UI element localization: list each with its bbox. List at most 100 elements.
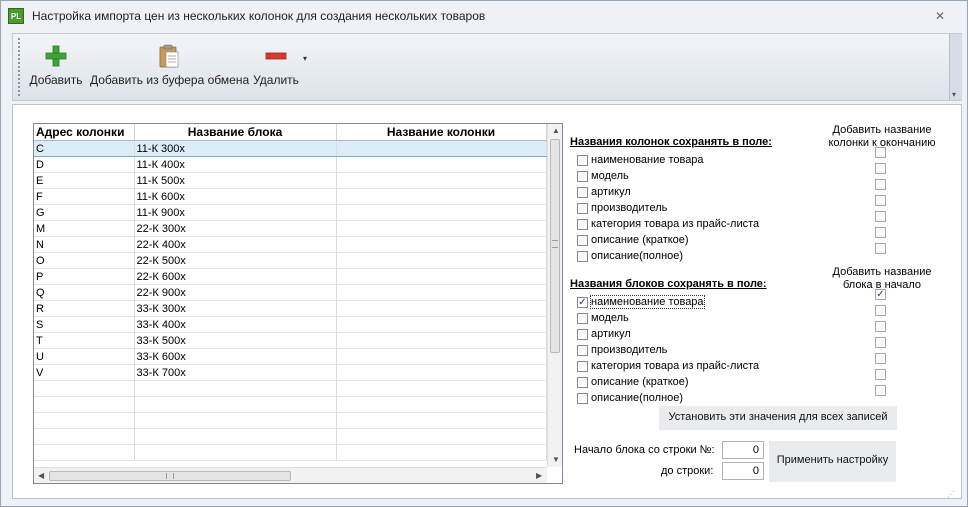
column-name-checkbox[interactable] — [577, 187, 588, 198]
column-name-option-label[interactable]: категория товара из прайс-листа — [591, 218, 759, 230]
cell-block-name[interactable]: 33-К 700х — [134, 364, 337, 381]
cell-block-name[interactable]: 11-К 900х — [134, 204, 337, 221]
block-name-option-label[interactable]: описание (краткое) — [591, 376, 689, 388]
delete-button[interactable]: Удалить — [252, 36, 300, 96]
cell-address[interactable]: U — [34, 348, 135, 365]
vertical-scroll-thumb[interactable] — [550, 139, 560, 353]
cell-address[interactable]: C — [34, 140, 135, 157]
column-name-append-checkbox[interactable] — [875, 147, 886, 158]
block-name-prepend-checkbox[interactable] — [875, 321, 886, 332]
column-name-append-checkbox[interactable] — [875, 195, 886, 206]
block-start-input[interactable]: 0 — [722, 441, 764, 459]
columns-grid[interactable]: Адрес колонки Название блока Название ко… — [33, 123, 563, 484]
toolbar-overflow[interactable]: ▾ — [949, 34, 962, 100]
cell-column-name[interactable] — [336, 364, 547, 381]
column-name-option-label[interactable]: описание (краткое) — [591, 234, 689, 246]
table-row[interactable]: V 33-К 700х — [34, 364, 547, 381]
column-name-append-checkbox[interactable] — [875, 179, 886, 190]
block-name-prepend-checkbox[interactable] — [875, 337, 886, 348]
grid-vertical-scrollbar[interactable]: ▲ ▼ — [547, 124, 562, 467]
cell-column-name[interactable] — [336, 348, 547, 365]
cell-address[interactable]: N — [34, 236, 135, 253]
add-button[interactable]: Добавить — [29, 36, 83, 96]
block-name-option-label[interactable]: артикул — [591, 328, 631, 340]
cell-block-name[interactable]: 11-К 400х — [134, 156, 337, 173]
cell-column-name[interactable] — [336, 284, 547, 301]
cell-address[interactable]: R — [34, 300, 135, 317]
cell-block-name[interactable] — [134, 396, 337, 413]
table-row[interactable]: U 33-К 600х — [34, 348, 547, 365]
table-row[interactable]: S 33-К 400х — [34, 316, 547, 333]
cell-block-name[interactable]: 11-К 600х — [134, 188, 337, 205]
block-name-option-label[interactable]: модель — [591, 312, 629, 324]
column-name-option-label[interactable]: модель — [591, 170, 629, 182]
cell-column-name[interactable] — [336, 380, 547, 397]
apply-all-button[interactable]: Установить эти значения для всех записей — [659, 406, 897, 430]
grid-horizontal-scrollbar[interactable]: ◀ ▶ — [34, 467, 547, 483]
column-name-option-label[interactable]: артикул — [591, 186, 631, 198]
resize-grip-icon[interactable]: ⋰ — [947, 490, 959, 500]
block-name-checkbox[interactable] — [577, 361, 588, 372]
table-row[interactable] — [34, 412, 547, 429]
table-row[interactable]: T 33-К 500х — [34, 332, 547, 349]
column-name-append-checkbox[interactable] — [875, 163, 886, 174]
column-name-checkbox[interactable] — [577, 219, 588, 230]
cell-column-name[interactable] — [336, 220, 547, 237]
column-header-column-name[interactable]: Название колонки — [336, 124, 547, 141]
block-name-prepend-checkbox[interactable]: ✓ — [875, 289, 886, 300]
block-name-option-label[interactable]: производитель — [591, 344, 667, 356]
table-row[interactable]: O 22-К 500х — [34, 252, 547, 269]
cell-address[interactable]: S — [34, 316, 135, 333]
cell-column-name[interactable] — [336, 444, 547, 461]
table-row[interactable] — [34, 444, 547, 461]
cell-block-name[interactable]: 22-К 300х — [134, 220, 337, 237]
cell-address[interactable] — [34, 380, 135, 397]
table-row[interactable]: P 22-К 600х — [34, 268, 547, 285]
cell-address[interactable] — [34, 412, 135, 429]
block-name-option-label[interactable]: описание(полное) — [591, 392, 683, 404]
table-row[interactable] — [34, 396, 547, 413]
cell-column-name[interactable] — [336, 332, 547, 349]
cell-address[interactable]: D — [34, 156, 135, 173]
block-name-prepend-checkbox[interactable] — [875, 305, 886, 316]
scroll-down-icon[interactable]: ▼ — [552, 455, 560, 464]
cell-block-name[interactable] — [134, 444, 337, 461]
table-row[interactable]: D 11-К 400х — [34, 156, 547, 173]
cell-address[interactable]: T — [34, 332, 135, 349]
cell-block-name[interactable] — [134, 380, 337, 397]
close-button[interactable]: ✕ — [933, 9, 947, 23]
cell-column-name[interactable] — [336, 268, 547, 285]
cell-block-name[interactable]: 22-К 500х — [134, 252, 337, 269]
cell-address[interactable]: E — [34, 172, 135, 189]
cell-block-name[interactable]: 11-К 500х — [134, 172, 337, 189]
table-row[interactable]: N 22-К 400х — [34, 236, 547, 253]
table-row[interactable]: C 11-К 300х — [34, 140, 547, 157]
cell-column-name[interactable] — [336, 428, 547, 445]
chevron-down-icon[interactable]: ▾ — [303, 54, 307, 63]
table-row[interactable] — [34, 380, 547, 397]
scroll-left-icon[interactable]: ◀ — [38, 471, 44, 480]
cell-column-name[interactable] — [336, 300, 547, 317]
cell-block-name[interactable]: 33-К 500х — [134, 332, 337, 349]
toolbar-grip[interactable] — [18, 38, 22, 96]
cell-address[interactable]: F — [34, 188, 135, 205]
cell-block-name[interactable]: 22-К 900х — [134, 284, 337, 301]
add-from-clipboard-button[interactable]: Добавить из буфера обмена — [90, 36, 249, 96]
column-name-option-label[interactable]: описание(полное) — [591, 250, 683, 262]
column-name-checkbox[interactable] — [577, 171, 588, 182]
cell-block-name[interactable]: 22-К 400х — [134, 236, 337, 253]
cell-column-name[interactable] — [336, 412, 547, 429]
column-name-option-label[interactable]: наименование товара — [591, 154, 704, 166]
cell-address[interactable]: P — [34, 268, 135, 285]
cell-column-name[interactable] — [336, 188, 547, 205]
block-name-checkbox[interactable] — [577, 377, 588, 388]
block-name-checkbox[interactable] — [577, 393, 588, 404]
cell-address[interactable]: G — [34, 204, 135, 221]
table-row[interactable]: M 22-К 300х — [34, 220, 547, 237]
block-name-prepend-checkbox[interactable] — [875, 369, 886, 380]
column-name-append-checkbox[interactable] — [875, 211, 886, 222]
cell-address[interactable] — [34, 428, 135, 445]
table-row[interactable]: E 11-К 500х — [34, 172, 547, 189]
cell-column-name[interactable] — [336, 316, 547, 333]
table-row[interactable]: F 11-К 600х — [34, 188, 547, 205]
